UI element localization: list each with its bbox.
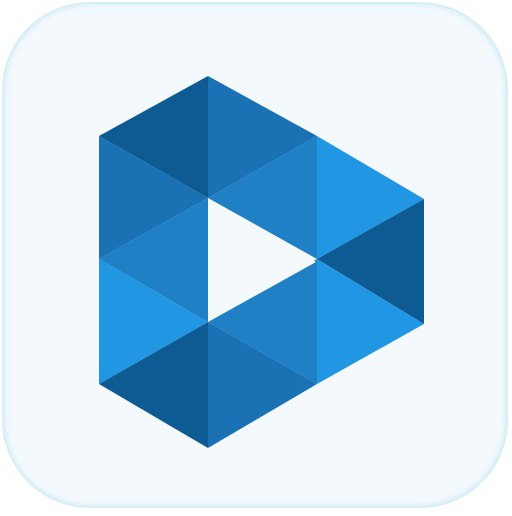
app-icon-tile[interactable] [2, 2, 508, 508]
play-logo-icon [99, 76, 424, 448]
